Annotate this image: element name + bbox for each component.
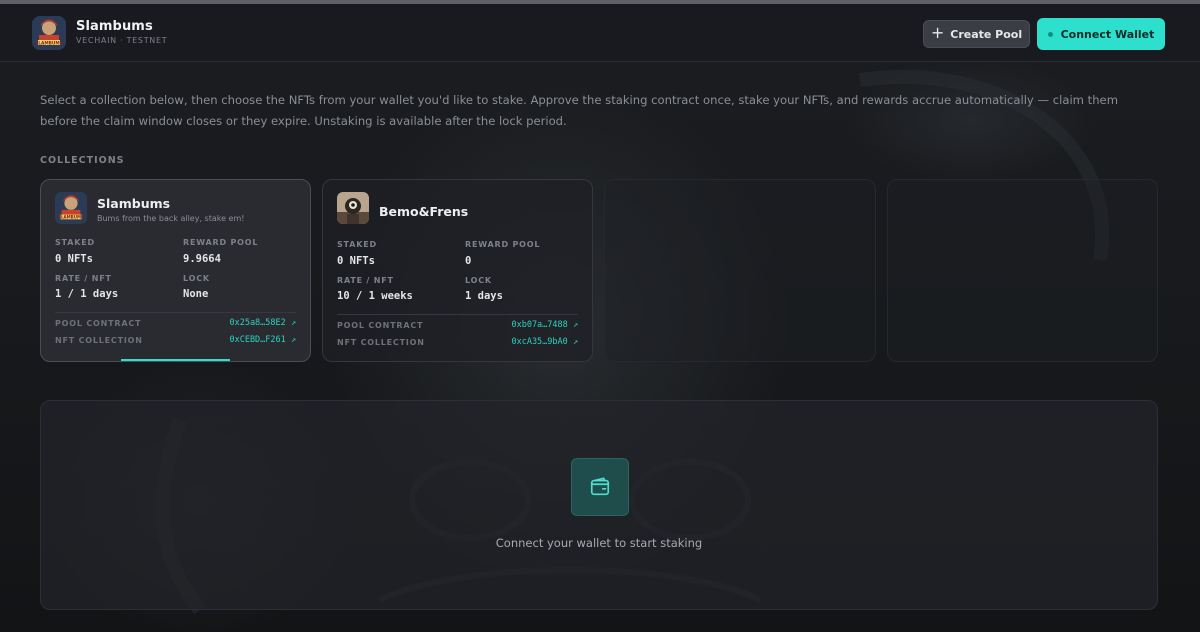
staked-label: STAKED bbox=[337, 240, 377, 249]
nft-collection-link[interactable]: 0xcA35…9bA0 ↗ bbox=[511, 337, 578, 347]
staked-value: 0 NFTs bbox=[55, 253, 93, 265]
nft-collection-label: NFT COLLECTION bbox=[337, 338, 425, 347]
create-pool-button[interactable]: + Create Pool bbox=[923, 20, 1030, 48]
reward-pool-value: 9.9664 bbox=[183, 253, 221, 265]
rate-label: RATE / NFT bbox=[337, 276, 394, 285]
selected-indicator bbox=[121, 359, 230, 361]
rate-label: RATE / NFT bbox=[55, 274, 112, 283]
reward-pool-label: REWARD POOL bbox=[183, 238, 259, 247]
pool-contract-label: POOL CONTRACT bbox=[337, 321, 424, 330]
collections-heading: COLLECTIONS bbox=[40, 155, 125, 166]
status-dot-icon bbox=[1047, 31, 1053, 37]
collection-thumbnail bbox=[337, 192, 369, 224]
empty-card-slot bbox=[604, 179, 876, 362]
lock-label: LOCK bbox=[465, 276, 492, 285]
rate-value: 10 / 1 weeks bbox=[337, 290, 413, 302]
plus-icon: + bbox=[930, 23, 945, 42]
svg-text:SLAMBUMS: SLAMBUMS bbox=[35, 40, 63, 46]
app-name: Slambums bbox=[76, 19, 153, 34]
rate-value: 1 / 1 days bbox=[55, 288, 119, 300]
nft-collection-link[interactable]: 0xCEBD…F261 ↗ bbox=[229, 335, 296, 345]
pool-contract-link[interactable]: 0x25a8…58E2 ↗ bbox=[229, 318, 296, 328]
card-divider bbox=[55, 312, 296, 313]
staked-label: STAKED bbox=[55, 238, 95, 247]
collection-name: Slambums bbox=[97, 196, 171, 211]
wallet-icon bbox=[571, 458, 629, 516]
card-divider bbox=[337, 314, 578, 315]
reward-pool-value: 0 bbox=[465, 255, 472, 267]
lock-label: LOCK bbox=[183, 274, 210, 283]
intro-text: Select a collection below, then choose t… bbox=[40, 93, 1118, 128]
top-bar: SLAMBUMS Slambums VECHAIN · TESTNET + Cr… bbox=[0, 4, 1200, 62]
empty-card-slot bbox=[887, 179, 1158, 362]
collection-tagline: Bums from the back alley, stake em! bbox=[97, 214, 245, 223]
lock-value: 1 days bbox=[465, 290, 503, 302]
pool-contract-label: POOL CONTRACT bbox=[55, 319, 142, 328]
app-logo: SLAMBUMS bbox=[32, 16, 66, 50]
svg-text:SLAMBUMS: SLAMBUMS bbox=[58, 215, 84, 220]
connect-wallet-prompt: Connect your wallet to start staking bbox=[495, 536, 703, 550]
connect-wallet-label: Connect Wallet bbox=[1060, 27, 1155, 41]
staking-panel: Connect your wallet to start staking bbox=[40, 400, 1158, 610]
collection-card-bemo-frens[interactable]: Bemo&Frens STAKED 0 NFTs REWARD POOL 0 R… bbox=[322, 179, 593, 362]
pool-contract-link[interactable]: 0xb07a…7488 ↗ bbox=[511, 320, 578, 330]
collection-thumbnail: SLAMBUMS bbox=[55, 192, 87, 224]
connect-wallet-button[interactable]: Connect Wallet bbox=[1037, 18, 1165, 50]
staked-value: 0 NFTs bbox=[337, 255, 375, 267]
reward-pool-label: REWARD POOL bbox=[465, 240, 541, 249]
network-label: VECHAIN · TESTNET bbox=[76, 36, 168, 45]
lock-value: None bbox=[183, 288, 209, 300]
collection-card-slambums[interactable]: SLAMBUMS Slambums Bums from the back all… bbox=[40, 179, 311, 362]
nft-collection-label: NFT COLLECTION bbox=[55, 336, 143, 345]
create-pool-label: Create Pool bbox=[950, 27, 1023, 41]
collection-name: Bemo&Frens bbox=[379, 204, 469, 219]
